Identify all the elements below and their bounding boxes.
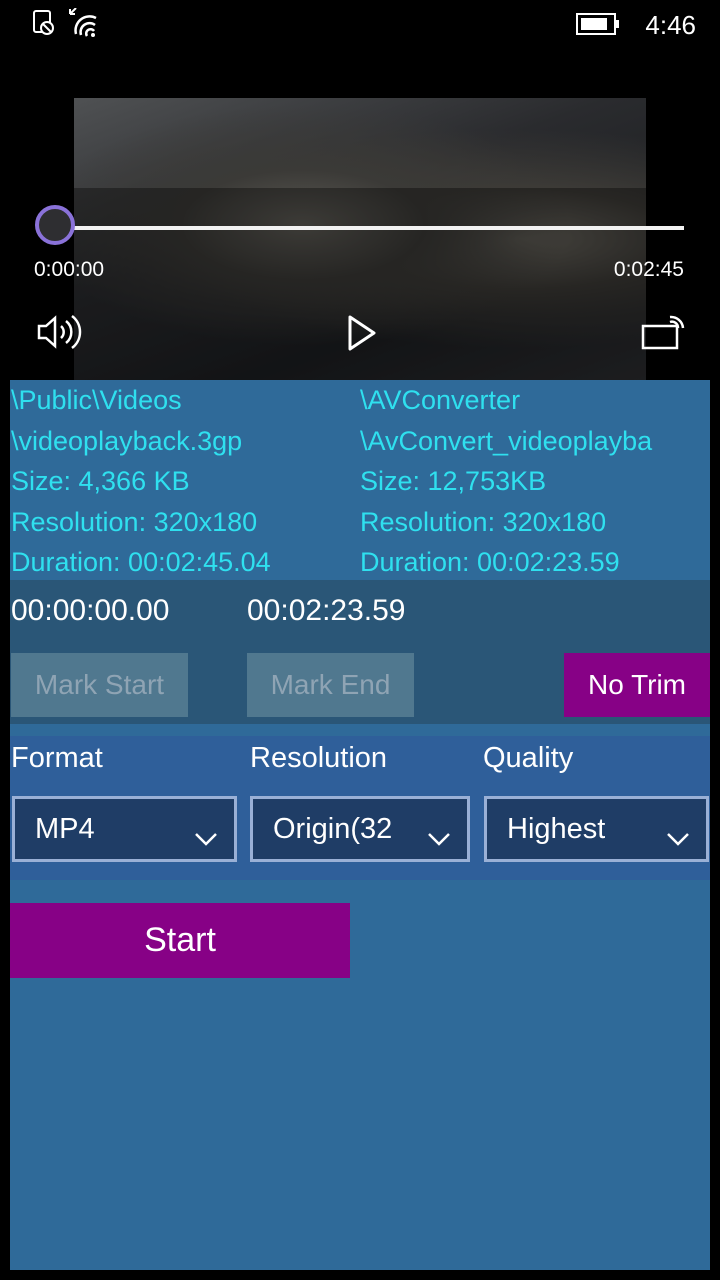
start-button[interactable]: Start [10,903,350,978]
play-icon[interactable] [346,314,378,357]
output-duration: Duration: 00:02:23.59 [360,547,620,578]
notification-off-icon [32,8,56,41]
cast-icon[interactable] [640,314,686,357]
resolution-value: Origin(32 [273,813,393,845]
video-player[interactable]: 0:00:00 0:02:45 [0,50,720,380]
trim-panel: 00:00:00.00 00:02:23.59 Mark Start Mark … [10,580,710,724]
seek-bar[interactable] [58,226,684,230]
quality-label: Quality [483,742,574,774]
seek-thumb[interactable] [35,205,75,245]
source-duration: Duration: 00:02:45.04 [11,547,271,578]
resolution-label: Resolution [250,742,388,774]
chevron-down-icon [194,821,218,854]
volume-icon[interactable] [36,313,82,356]
trim-start-time: 00:00:00.00 [11,594,170,627]
output-resolution: Resolution: 320x180 [360,506,607,537]
quality-select[interactable]: Highest [484,796,709,862]
source-size: Size: 4,366 KB [11,466,190,497]
trim-end-time: 00:02:23.59 [247,594,406,627]
output-size: Size: 12,753KB [360,466,547,497]
source-resolution: Resolution: 320x180 [11,506,258,537]
current-time: 0:00:00 [34,258,105,281]
format-label: Format [11,742,103,774]
resolution-select[interactable]: Origin(32 [250,796,470,862]
source-folder: \Public\Videos [11,385,182,415]
format-value: MP4 [35,813,95,845]
total-time: 0:02:45 [613,258,684,281]
mark-start-button[interactable]: Mark Start [11,653,188,717]
chevron-down-icon [427,821,451,854]
converter-panel: \Public\Videos \videoplayback.3gp Size: … [10,380,710,1270]
format-select[interactable]: MP4 [12,796,237,862]
output-info: \AVConverter \AvConvert_videoplayba Size… [360,380,710,583]
mark-end-button[interactable]: Mark End [247,653,414,717]
no-trim-button[interactable]: No Trim [564,653,710,717]
output-file: \AvConvert_videoplayba [360,425,653,456]
chevron-down-icon [666,821,690,854]
battery-icon [576,12,620,41]
status-bar: 4:46 [0,0,720,50]
source-file: \videoplayback.3gp [11,425,243,456]
wifi-icon [66,7,102,43]
quality-value: Highest [507,813,606,845]
clock: 4:46 [645,10,696,40]
source-info: \Public\Videos \videoplayback.3gp Size: … [11,380,351,583]
output-folder: \AVConverter [360,385,521,415]
options-panel: Format Resolution Quality MP4 Origin(32 … [10,736,710,880]
